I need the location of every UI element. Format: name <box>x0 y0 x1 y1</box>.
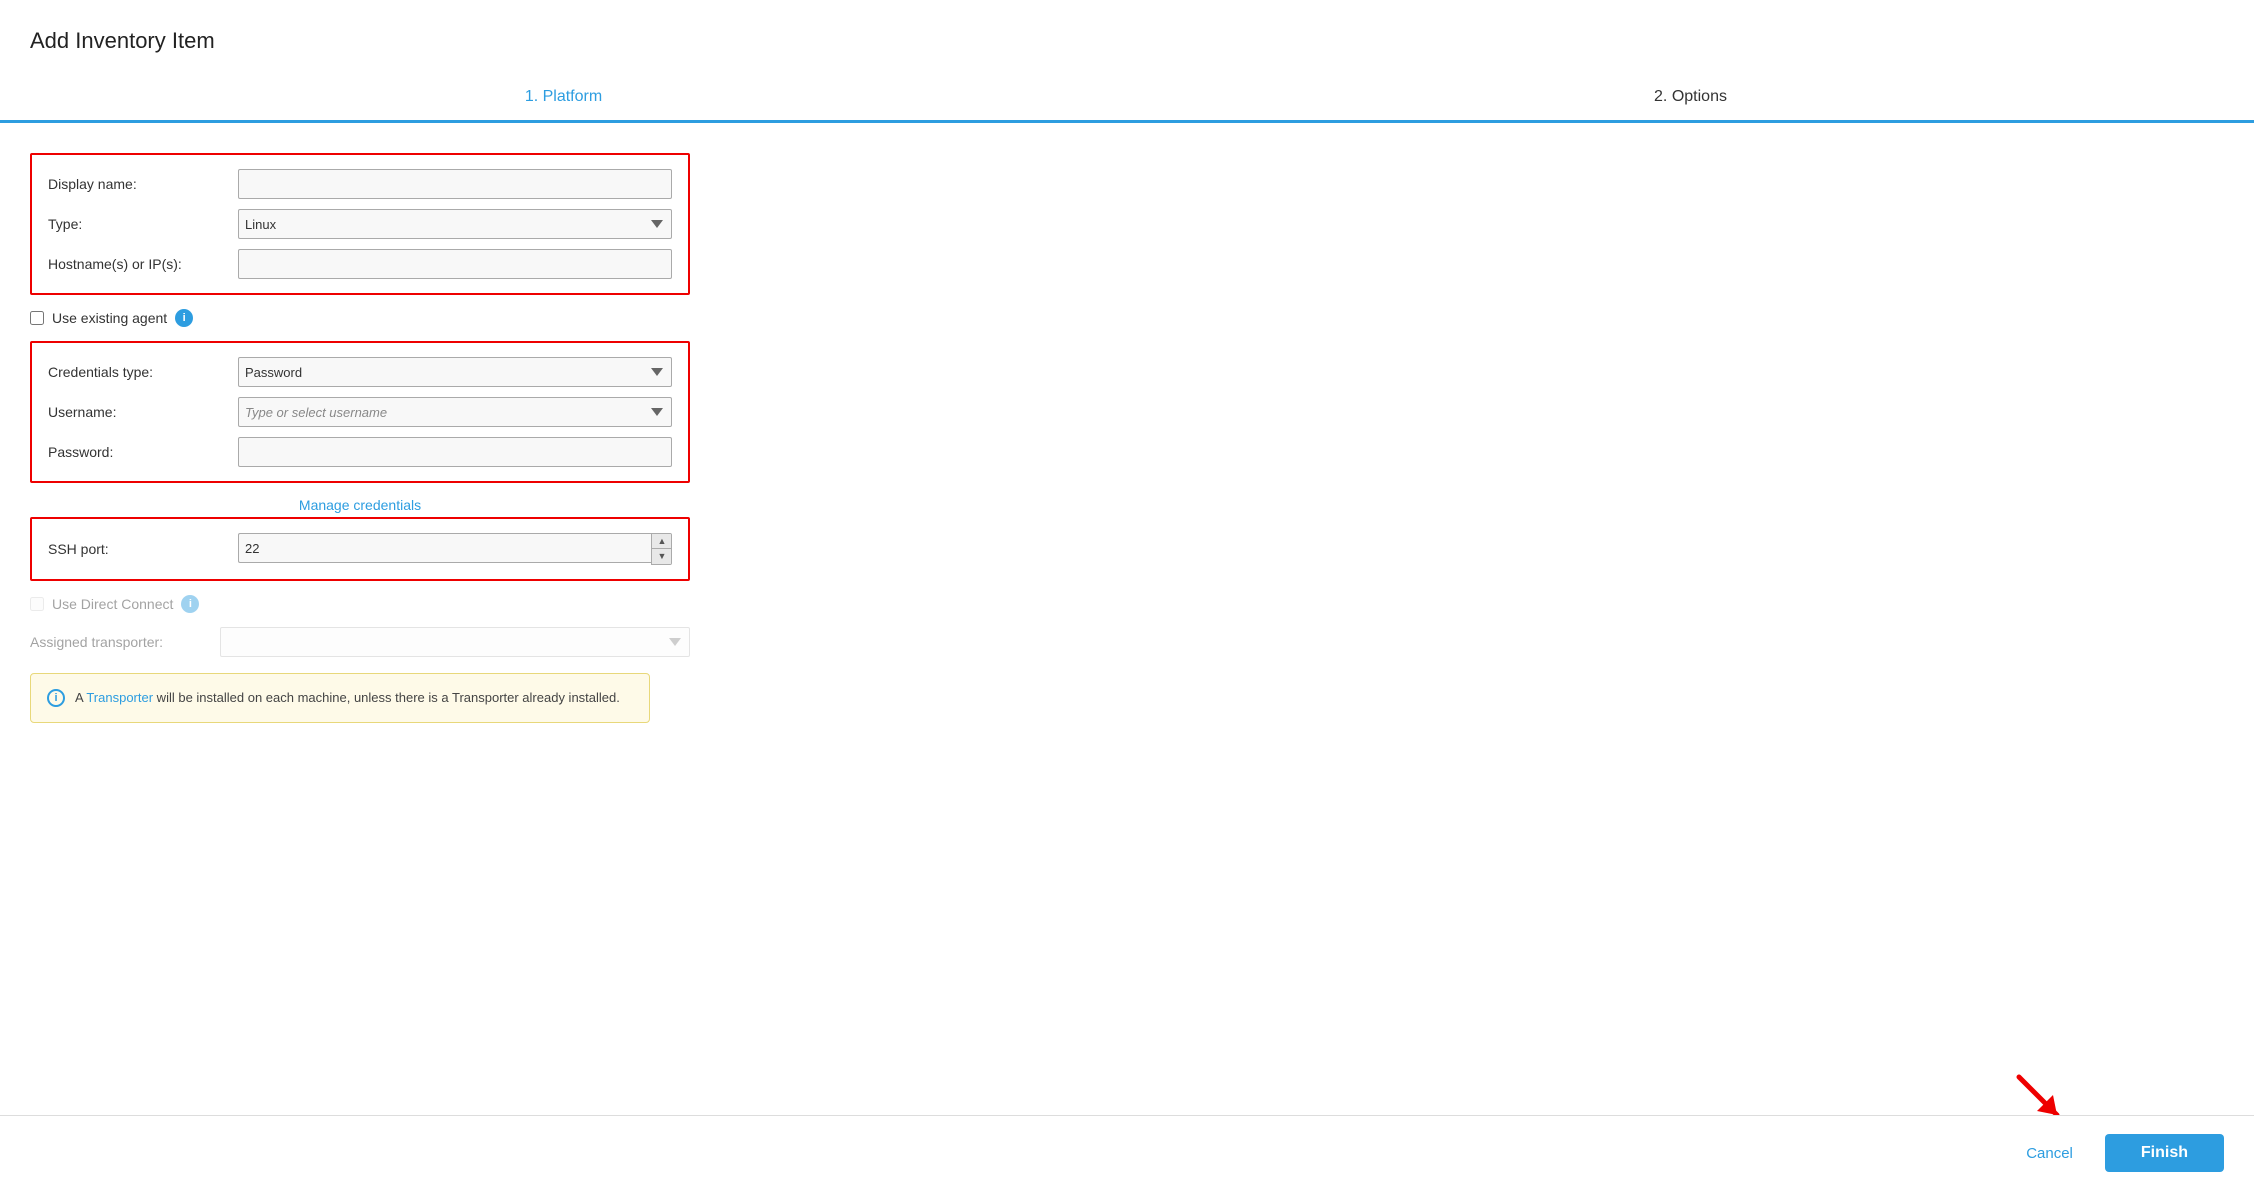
type-select[interactable]: Linux Windows Mac OS X VMware ESXi/ESX C… <box>238 209 672 239</box>
use-existing-agent-row: Use existing agent i <box>30 309 690 327</box>
assigned-transporter-row: Assigned transporter: <box>30 627 690 657</box>
right-panel <box>690 153 2224 723</box>
cancel-button[interactable]: Cancel <box>2010 1137 2089 1170</box>
ssh-port-section: SSH port: ▲ ▼ <box>30 517 690 581</box>
use-direct-connect-info-icon[interactable]: i <box>181 595 199 613</box>
ssh-port-increment-button[interactable]: ▲ <box>652 534 672 549</box>
footer: Cancel Finish <box>0 1115 2254 1190</box>
username-label: Username: <box>48 404 238 420</box>
wizard-step-options[interactable]: 2. Options <box>1127 74 2254 120</box>
credentials-type-row: Credentials type: Password SSH Key None <box>48 357 672 387</box>
ssh-port-label: SSH port: <box>48 541 238 557</box>
wizard-step-platform[interactable]: 1. Platform <box>0 74 1127 123</box>
use-existing-agent-checkbox[interactable] <box>30 311 44 325</box>
info-box-icon: i <box>47 689 65 707</box>
hostname-row: Hostname(s) or IP(s): <box>48 249 672 279</box>
left-panel: Display name: Type: Linux Windows Mac OS… <box>30 153 690 723</box>
use-existing-agent-info-icon[interactable]: i <box>175 309 193 327</box>
display-name-label: Display name: <box>48 176 238 192</box>
username-row: Username: Type or select username <box>48 397 672 427</box>
hostname-label: Hostname(s) or IP(s): <box>48 256 238 272</box>
username-select[interactable]: Type or select username <box>238 397 672 427</box>
assigned-transporter-select[interactable] <box>220 627 690 657</box>
credentials-type-select[interactable]: Password SSH Key None <box>238 357 672 387</box>
use-direct-connect-label: Use Direct Connect <box>52 596 173 612</box>
display-name-input[interactable] <box>238 169 672 199</box>
use-direct-connect-row: Use Direct Connect i <box>30 595 690 613</box>
transporter-link[interactable]: Transporter <box>86 690 153 705</box>
ssh-port-input[interactable] <box>238 533 651 563</box>
ssh-port-decrement-button[interactable]: ▼ <box>652 549 672 564</box>
basic-info-section: Display name: Type: Linux Windows Mac OS… <box>30 153 690 295</box>
spinner-buttons: ▲ ▼ <box>651 533 672 565</box>
info-box: i A Transporter will be installed on eac… <box>30 673 650 723</box>
credentials-section: Credentials type: Password SSH Key None … <box>30 341 690 483</box>
type-row: Type: Linux Windows Mac OS X VMware ESXi… <box>48 209 672 239</box>
password-input[interactable] <box>238 437 672 467</box>
use-existing-agent-label: Use existing agent <box>52 310 167 326</box>
info-box-text: A Transporter will be installed on each … <box>75 688 620 708</box>
password-label: Password: <box>48 444 238 460</box>
finish-button[interactable]: Finish <box>2105 1134 2224 1172</box>
page-title: Add Inventory Item <box>0 0 2254 74</box>
ssh-port-spinner: ▲ ▼ <box>238 533 672 565</box>
display-name-row: Display name: <box>48 169 672 199</box>
ssh-port-row: SSH port: ▲ ▼ <box>48 533 672 565</box>
wizard-header: 1. Platform 2. Options <box>0 74 2254 123</box>
credentials-type-label: Credentials type: <box>48 364 238 380</box>
password-row: Password: <box>48 437 672 467</box>
manage-credentials-link[interactable]: Manage credentials <box>30 497 690 513</box>
use-direct-connect-checkbox[interactable] <box>30 597 44 611</box>
type-label: Type: <box>48 216 238 232</box>
assigned-transporter-label: Assigned transporter: <box>30 634 220 650</box>
hostname-input[interactable] <box>238 249 672 279</box>
